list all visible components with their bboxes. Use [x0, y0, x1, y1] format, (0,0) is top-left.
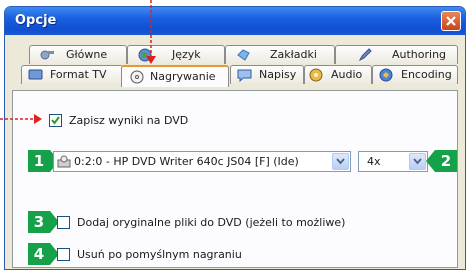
add-original-files-label: Dodaj oryginalne pliki do DVD (jeżeli to… — [77, 216, 346, 229]
annotation-badge-3: 3 — [28, 211, 50, 233]
subtitles-icon — [237, 69, 252, 82]
audio-icon — [309, 68, 323, 82]
annotation-arrow-2 — [426, 150, 435, 172]
add-original-files-checkbox[interactable] — [57, 216, 70, 229]
tab-label: Nagrywanie — [150, 70, 216, 83]
dvd-drive-select[interactable]: 0:2:0 - HP DVD Writer 640c JS04 [F] (Ide… — [53, 151, 351, 172]
annotation-badge-2: 2 — [435, 150, 457, 172]
tab-label: Encoding — [401, 68, 452, 81]
save-to-dvd-checkbox[interactable] — [49, 114, 62, 127]
tab-audio[interactable]: Audio — [304, 65, 372, 84]
tab-jezyk[interactable]: Język — [127, 45, 225, 64]
annotation-badge-4: 4 — [28, 243, 50, 265]
options-dialog: Opcje Główne Język Zakładki Authoring Fo… — [4, 6, 466, 270]
save-to-dvd-label: Zapisz wyniki na DVD — [69, 114, 189, 127]
delete-after-recording-label: Usuń po pomyślnym nagraniu — [77, 248, 242, 261]
tab-format-tv[interactable]: Format TV — [21, 65, 123, 84]
tab-napisy[interactable]: Napisy — [230, 65, 304, 84]
tab-label: Zakładki — [270, 48, 317, 61]
close-icon — [446, 16, 456, 26]
write-speed-select[interactable]: 4x — [358, 151, 428, 172]
title-bar: Opcje — [5, 7, 465, 35]
chevron-down-icon — [336, 158, 345, 165]
pencil-icon — [358, 48, 372, 62]
wrench-gear-icon — [40, 50, 54, 60]
tab-authoring[interactable]: Authoring — [335, 45, 458, 64]
dvd-drive-dropdown-button[interactable] — [332, 153, 349, 170]
write-speed-value: 4x — [367, 155, 381, 168]
tab-label: Format TV — [50, 68, 107, 81]
dvd-drive-value: 0:2:0 - HP DVD Writer 640c JS04 [F] (Ide… — [74, 155, 299, 168]
tab-panel-nagrywanie: Zapisz wyniki na DVD 1 0:2:0 - HP DVD Wr… — [12, 90, 458, 268]
bookmark-icon — [237, 49, 250, 61]
tv-icon — [28, 69, 43, 80]
tab-label: Język — [172, 48, 201, 61]
window-title: Opcje — [15, 13, 57, 28]
tab-label: Główne — [66, 48, 108, 61]
checkmark-icon — [51, 116, 60, 125]
encoding-icon — [379, 68, 393, 82]
drive-icon — [57, 155, 71, 168]
tab-glowne[interactable]: Główne — [29, 45, 127, 64]
globe-icon — [138, 48, 152, 62]
tab-label: Audio — [331, 68, 363, 81]
disc-icon — [130, 70, 144, 84]
tab-encoding[interactable]: Encoding — [372, 65, 458, 84]
tab-nagrywanie[interactable]: Nagrywanie — [121, 65, 229, 87]
chevron-down-icon — [413, 158, 422, 165]
tab-label: Authoring — [392, 48, 447, 61]
write-speed-dropdown-button[interactable] — [409, 153, 426, 170]
tab-zakladki[interactable]: Zakładki — [225, 45, 335, 64]
annotation-badge-1: 1 — [28, 150, 50, 172]
tab-label: Napisy — [259, 68, 297, 81]
delete-after-recording-checkbox[interactable] — [57, 248, 70, 261]
close-button[interactable] — [441, 11, 461, 31]
